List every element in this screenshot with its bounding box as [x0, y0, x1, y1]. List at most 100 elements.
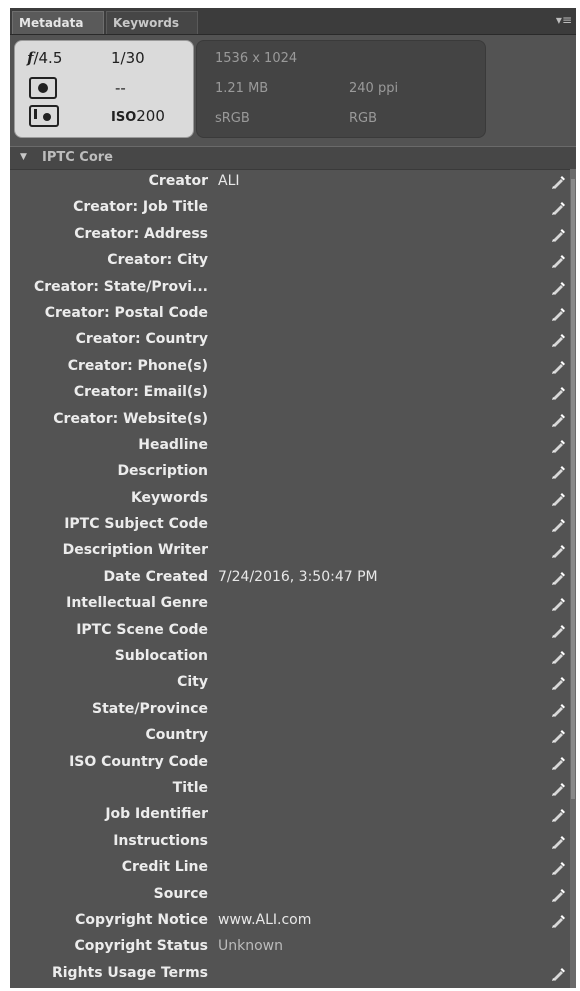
iptc-core-section-header[interactable]: ▼ IPTC Core [10, 146, 576, 170]
metadata-row: Description [10, 459, 570, 485]
field-label: Instructions [113, 832, 208, 849]
metadata-row: Copyright Notice www.ALI.com [10, 908, 570, 934]
edit-pencil-icon[interactable] [550, 227, 566, 243]
metadata-row: ISO Country Code [10, 750, 570, 776]
metadata-row: IPTC Subject Code [10, 512, 570, 538]
iso-readout: ISO200 [111, 107, 165, 125]
field-label: Creator: Country [75, 331, 208, 348]
file-size: 1.21 MB [215, 81, 269, 96]
metadata-row: Creator: Address [10, 222, 570, 248]
scrollbar-thumb[interactable] [571, 179, 575, 799]
edit-pencil-icon[interactable] [550, 596, 566, 612]
metadata-field-list: Creator ALI Creator: Job Title Creator: … [10, 169, 570, 987]
edit-pencil-icon[interactable] [550, 834, 566, 850]
metadata-row: Creator: Job Title [10, 195, 570, 221]
field-label: Creator: Website(s) [53, 410, 208, 427]
field-label: Creator: City [107, 252, 208, 269]
field-label: Copyright Status [74, 938, 208, 955]
edit-pencil-icon[interactable] [550, 781, 566, 797]
edit-pencil-icon[interactable] [550, 623, 566, 639]
aperture-readout: f/4.5 [27, 49, 63, 67]
metadata-row: Description Writer [10, 538, 570, 564]
field-label: Country [145, 727, 208, 744]
edit-pencil-icon[interactable] [550, 438, 566, 454]
metadata-row: Creator: State/Provi... [10, 275, 570, 301]
edit-pencil-icon[interactable] [550, 702, 566, 718]
field-value[interactable]: ALI [218, 173, 240, 189]
field-label: Sublocation [114, 648, 208, 665]
metadata-row: Credit Line [10, 855, 570, 881]
edit-pencil-icon[interactable] [550, 280, 566, 296]
metadata-row: Creator: Phone(s) [10, 354, 570, 380]
edit-pencil-icon[interactable] [550, 543, 566, 559]
edit-pencil-icon[interactable] [550, 966, 566, 982]
edit-pencil-icon[interactable] [550, 385, 566, 401]
edit-pencil-icon[interactable] [550, 913, 566, 929]
field-label: Headline [138, 436, 208, 453]
field-label: Creator: Address [74, 225, 208, 242]
metering-icon [29, 77, 57, 103]
metadata-row: Date Created 7/24/2016, 3:50:47 PM [10, 565, 570, 591]
field-label: Creator: Phone(s) [67, 357, 208, 374]
metadata-row: Creator: City [10, 248, 570, 274]
field-label: Creator: State/Provi... [34, 278, 208, 295]
tab-metadata[interactable]: Metadata [12, 11, 104, 34]
field-label: State/Province [92, 700, 208, 717]
edit-pencil-icon[interactable] [550, 412, 566, 428]
metadata-panel: Metadata Keywords ▾≡ f/4.5 1/30 -- ISO20… [10, 8, 576, 988]
field-label: Description Writer [62, 542, 208, 559]
edit-pencil-icon[interactable] [550, 755, 566, 771]
metadata-row: Job Identifier [10, 802, 570, 828]
metadata-row: Creator: Postal Code [10, 301, 570, 327]
section-title: IPTC Core [42, 150, 113, 165]
edit-pencil-icon[interactable] [550, 649, 566, 665]
edit-pencil-icon[interactable] [550, 887, 566, 903]
metadata-row: Headline [10, 433, 570, 459]
metadata-row: Source [10, 882, 570, 908]
field-value[interactable]: www.ALI.com [218, 912, 311, 928]
edit-pencil-icon[interactable] [550, 174, 566, 190]
edit-pencil-icon[interactable] [550, 464, 566, 480]
metadata-row: Creator: Country [10, 327, 570, 353]
image-dimensions: 1536 x 1024 [215, 51, 298, 66]
edit-pencil-icon[interactable] [550, 253, 566, 269]
metadata-row: Sublocation [10, 644, 570, 670]
aperture-value: 4.5 [38, 49, 63, 67]
edit-pencil-icon[interactable] [550, 728, 566, 744]
tab-keywords[interactable]: Keywords [106, 11, 198, 34]
edit-pencil-icon[interactable] [550, 306, 566, 322]
metering-value: -- [115, 79, 126, 97]
disclosure-triangle-icon[interactable]: ▼ [20, 152, 27, 162]
edit-pencil-icon[interactable] [550, 491, 566, 507]
field-label: Description [117, 463, 208, 480]
field-label: Creator: Email(s) [73, 384, 208, 401]
shutter-value: 1/30 [111, 49, 145, 67]
edit-pencil-icon[interactable] [550, 359, 566, 375]
field-label: Creator [148, 173, 208, 189]
field-label: Creator: Postal Code [44, 304, 208, 321]
field-label: Copyright Notice [75, 911, 208, 928]
field-label: Keywords [130, 489, 208, 506]
resolution: 240 ppi [349, 81, 399, 96]
metadata-row: Copyright Status Unknown [10, 934, 570, 960]
field-label: IPTC Subject Code [64, 516, 208, 533]
edit-pencil-icon[interactable] [550, 517, 566, 533]
edit-pencil-icon[interactable] [550, 860, 566, 876]
panel-menu-icon[interactable]: ▾≡ [556, 13, 572, 27]
edit-pencil-icon[interactable] [550, 675, 566, 691]
panel-tab-bar: Metadata Keywords ▾≡ [10, 8, 576, 35]
metadata-row: Creator: Email(s) [10, 380, 570, 406]
edit-pencil-icon[interactable] [550, 332, 566, 348]
vertical-scrollbar[interactable] [570, 169, 576, 988]
metadata-row: Keywords [10, 486, 570, 512]
field-value[interactable]: 7/24/2016, 3:50:47 PM [218, 569, 378, 585]
metadata-row: IPTC Scene Code [10, 618, 570, 644]
color-mode: RGB [349, 111, 378, 126]
edit-pencil-icon[interactable] [550, 807, 566, 823]
field-value[interactable]: Unknown [218, 938, 283, 954]
color-profile: sRGB [215, 111, 250, 126]
edit-pencil-icon[interactable] [550, 570, 566, 586]
edit-pencil-icon[interactable] [550, 200, 566, 216]
field-label: ISO Country Code [69, 753, 208, 770]
metadata-row: Creator ALI [10, 169, 570, 195]
